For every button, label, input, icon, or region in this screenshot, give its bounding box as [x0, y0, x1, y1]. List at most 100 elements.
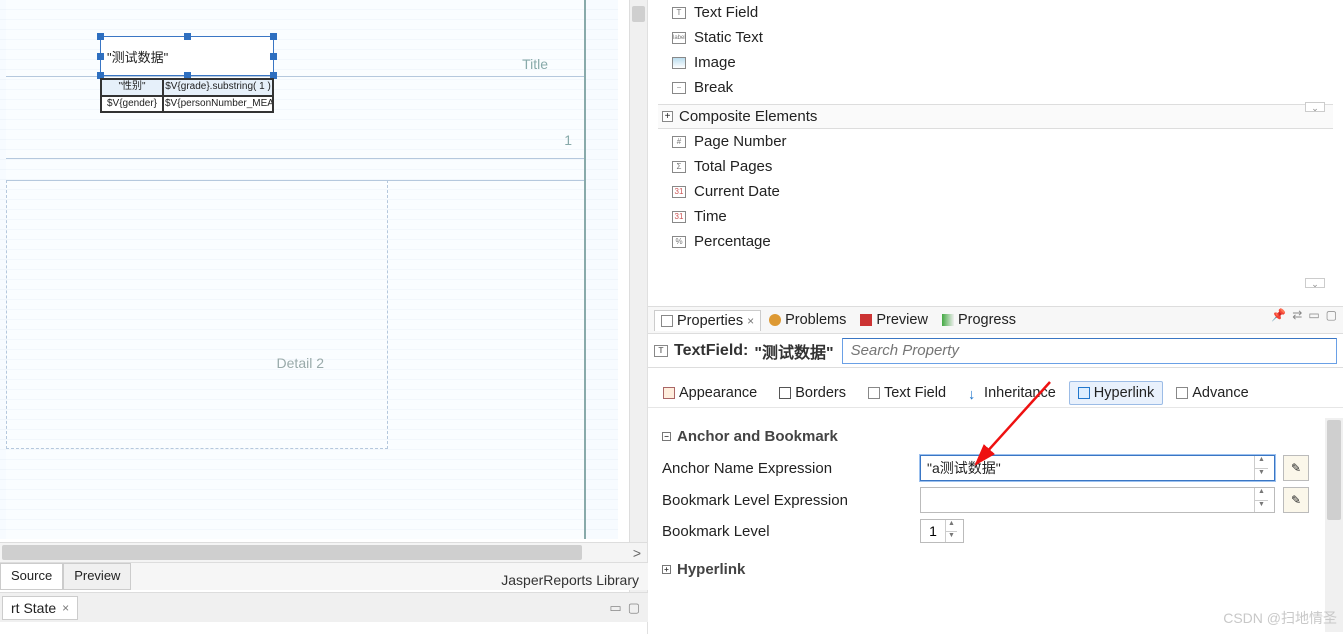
palette-total-pages[interactable]: ΣTotal Pages — [658, 154, 1333, 179]
text-field-icon: T — [654, 345, 668, 357]
vertical-scrollbar[interactable] — [629, 0, 647, 604]
number-value[interactable] — [921, 523, 945, 539]
view-progress[interactable]: Progress — [936, 310, 1022, 330]
link-icon[interactable]: ⇄ — [1292, 308, 1302, 322]
percentage-icon: % — [672, 236, 686, 248]
input-bookmark-level[interactable]: ▲▼ — [920, 519, 964, 543]
palette-label: Static Text — [694, 29, 763, 46]
calendar-icon: 31 — [672, 186, 686, 198]
tab-source[interactable]: Source — [0, 563, 63, 590]
view-label: Properties — [677, 313, 743, 329]
cell[interactable]: $V{grade}.substring( 1 ) — [163, 79, 273, 96]
expression-editor-button[interactable]: ✎ — [1283, 455, 1309, 481]
palette-break[interactable]: ⎯Break — [658, 75, 1333, 100]
element-title: T TextField: "测试数据" — [654, 339, 834, 363]
input-bookmark-expr[interactable]: ▲▼ — [920, 487, 1275, 513]
maximize-icon[interactable]: ▢ — [1326, 308, 1337, 322]
cell[interactable]: $V{gender} — [101, 96, 163, 113]
selected-text-value: "测试数据" — [107, 47, 168, 66]
spinner[interactable]: ▲▼ — [1254, 456, 1268, 480]
expression-editor-button[interactable]: ✎ — [1283, 487, 1309, 513]
view-properties[interactable]: Properties × — [654, 310, 761, 331]
palette-static-text[interactable]: labelStatic Text — [658, 25, 1333, 50]
resize-handle[interactable] — [270, 53, 277, 60]
label-bookmark-level: Bookmark Level — [662, 523, 912, 540]
search-property-input[interactable] — [842, 338, 1337, 364]
scroll-right-arrow[interactable]: > — [627, 545, 647, 561]
view-problems[interactable]: Problems — [763, 310, 852, 330]
break-icon: ⎯ — [672, 82, 686, 94]
tab-appearance[interactable]: Appearance — [654, 381, 766, 405]
cell[interactable]: $V{personNumber_MEASURE} — [163, 96, 273, 113]
scroll-thumb[interactable] — [2, 545, 582, 560]
pin-icon[interactable]: 📌 — [1271, 308, 1286, 322]
chevron-down-icon[interactable]: ⌄ — [1305, 102, 1325, 112]
palette-label: Page Number — [694, 133, 787, 150]
tab-preview[interactable]: Preview — [63, 563, 131, 590]
input-anchor-name[interactable]: "a测试数据" ▲▼ — [920, 455, 1275, 481]
row-anchor-name: Anchor Name Expression "a测试数据" ▲▼ ✎ — [662, 455, 1309, 481]
view-toolbar: 📌 ⇄ ▭ ▢ — [1271, 308, 1337, 322]
cell[interactable]: "性别" — [101, 79, 163, 96]
element-name: "测试数据" — [754, 339, 833, 363]
advanced-icon — [1176, 387, 1188, 399]
resize-handle[interactable] — [184, 33, 191, 40]
view-preview[interactable]: Preview — [854, 310, 934, 330]
tab-inheritance[interactable]: ↓Inheritance — [959, 381, 1065, 405]
palette-label: Current Date — [694, 183, 780, 200]
resize-handle[interactable] — [97, 33, 104, 40]
spinner[interactable]: ▲▼ — [945, 520, 957, 542]
section-hyperlink[interactable]: + Hyperlink — [662, 561, 1309, 578]
spinner[interactable]: ▲▼ — [1254, 488, 1268, 512]
palette-percentage[interactable]: %Percentage — [658, 229, 1333, 254]
selected-text-field[interactable]: "测试数据" — [100, 36, 274, 76]
scroll-thumb[interactable] — [1327, 420, 1341, 520]
minimize-icon[interactable]: ▭ — [609, 600, 621, 616]
palette-composite-header[interactable]: + Composite Elements — [658, 104, 1333, 129]
resize-handle[interactable] — [97, 53, 104, 60]
scroll-thumb[interactable] — [632, 6, 645, 22]
right-pane: TText Field labelStatic Text Image ⎯Brea… — [648, 0, 1343, 634]
state-bar: rt State × ▭ ▢ — [0, 592, 648, 622]
chevron-down-icon[interactable]: ⌄ — [1305, 278, 1325, 288]
canvas-inner: Title 1 Detail 2 "测试数据" "性别" $V{grade}.s… — [6, 0, 586, 539]
borders-icon — [779, 387, 791, 399]
element-header: T TextField: "测试数据" — [648, 334, 1343, 368]
expand-icon[interactable]: + — [662, 111, 673, 122]
section-anchor-bookmark[interactable]: − Anchor and Bookmark — [662, 428, 1309, 445]
tab-hyperlink[interactable]: Hyperlink — [1069, 381, 1163, 405]
palette-page-number[interactable]: #Page Number — [658, 129, 1333, 154]
palette-panel: TText Field labelStatic Text Image ⎯Brea… — [658, 0, 1333, 300]
properties-scrollbar[interactable] — [1325, 418, 1343, 632]
label-bookmark-expr: Bookmark Level Expression — [662, 492, 912, 509]
property-tab-bar: Appearance Borders Text Field ↓Inheritan… — [648, 378, 1343, 408]
close-icon[interactable]: × — [747, 314, 754, 328]
close-icon[interactable]: × — [62, 601, 69, 615]
crosstab-element[interactable]: "性别" $V{grade}.substring( 1 ) $V{gender}… — [100, 78, 274, 113]
watermark: CSDN @扫地情圣 — [1223, 608, 1337, 628]
minimize-icon[interactable]: ▭ — [1308, 308, 1319, 322]
preview-icon — [860, 314, 872, 326]
palette-current-date[interactable]: 31 Current Date — [658, 179, 1333, 204]
properties-content: − Anchor and Bookmark Anchor Name Expres… — [648, 416, 1323, 634]
views-tab-bar: Properties × Problems Preview Progress — [648, 306, 1343, 334]
palette-time[interactable]: 31Time — [658, 204, 1333, 229]
tab-advanced[interactable]: Advance — [1167, 381, 1257, 405]
resize-handle[interactable] — [270, 33, 277, 40]
total-pages-icon: Σ — [672, 161, 686, 173]
progress-icon — [942, 314, 954, 326]
palette-text-field[interactable]: TText Field — [658, 0, 1333, 25]
input-value: "a测试数据" — [927, 458, 1254, 478]
popout-icon[interactable]: ▢ — [628, 600, 640, 616]
tab-borders[interactable]: Borders — [770, 381, 855, 405]
image-icon — [672, 57, 686, 69]
report-state-tab[interactable]: rt State × — [2, 596, 78, 620]
palette-label: Time — [694, 208, 727, 225]
design-canvas[interactable]: Title 1 Detail 2 "测试数据" "性别" $V{grade}.s… — [0, 0, 618, 539]
tab-text-field[interactable]: Text Field — [859, 381, 955, 405]
palette-label: Text Field — [694, 4, 758, 21]
collapse-icon[interactable]: − — [662, 432, 671, 441]
horizontal-scrollbar[interactable]: > — [0, 542, 647, 562]
palette-image[interactable]: Image — [658, 50, 1333, 75]
expand-icon[interactable]: + — [662, 565, 671, 574]
